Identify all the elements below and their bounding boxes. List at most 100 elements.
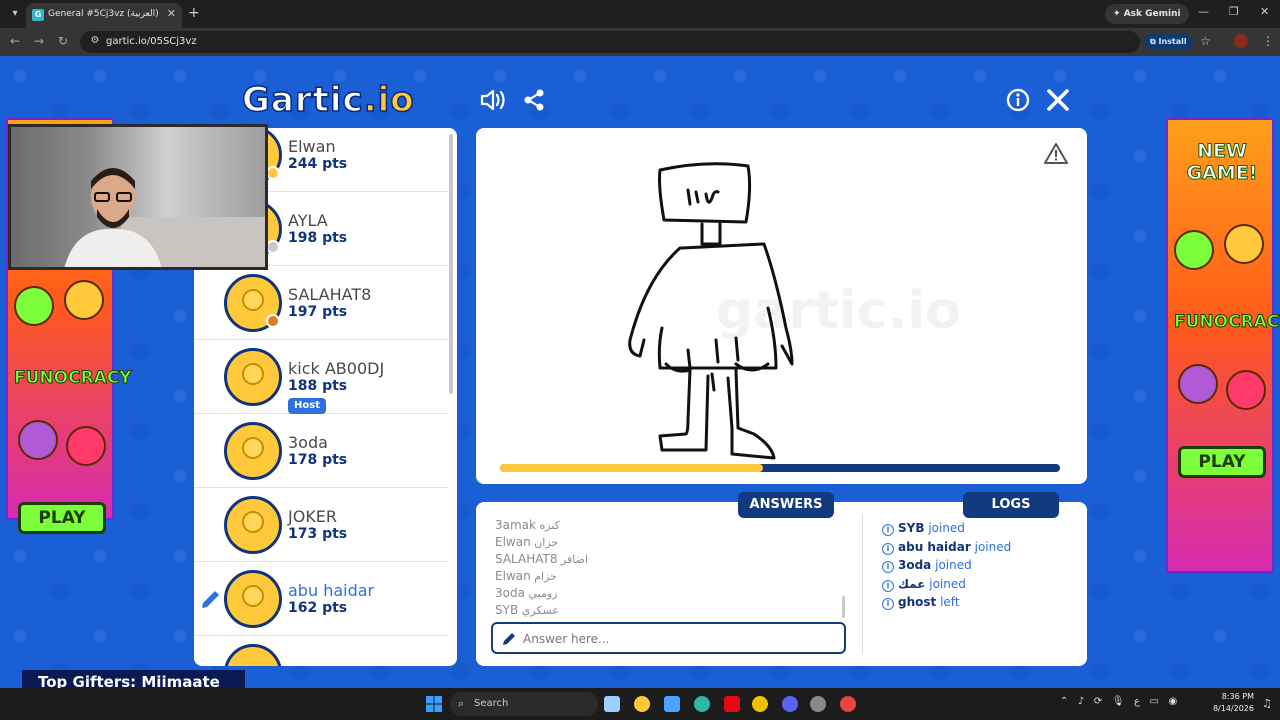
answer-line: SALAHAT8 اضافر <box>495 552 588 566</box>
netflix-icon[interactable] <box>724 696 740 712</box>
info-icon[interactable] <box>1006 88 1030 112</box>
answer-input-box[interactable] <box>491 622 846 654</box>
sound-icon[interactable] <box>480 88 506 112</box>
player-avatar <box>224 348 282 406</box>
back-icon[interactable]: ← <box>10 34 20 48</box>
answer-text: اضافر <box>560 553 589 566</box>
thumbs-up-icon <box>14 286 54 326</box>
answer-player: SALAHAT8 <box>495 552 558 566</box>
forward-icon[interactable]: → <box>34 34 44 48</box>
answer-line: Elwan حزام <box>495 569 557 583</box>
player-name: JOKER <box>288 507 338 526</box>
minimize-icon[interactable]: — <box>1198 5 1209 18</box>
ad-banner-right[interactable]: NEW GAME! FUNOCRACY PLAY <box>1166 118 1280 573</box>
ask-gemini-button[interactable]: ✦ Ask Gemini <box>1105 4 1189 24</box>
install-label: Install <box>1158 37 1187 46</box>
chrome-icon[interactable] <box>752 696 768 712</box>
answer-line: SYB عسكري <box>495 603 559 617</box>
character-icon <box>18 420 58 460</box>
info-icon: i <box>882 524 894 536</box>
notification-icon[interactable]: ♫ <box>1262 697 1272 710</box>
answer-player: SYB <box>495 603 519 617</box>
host-badge: Host <box>288 398 326 414</box>
player-row[interactable]: SALAHAT8 197 pts <box>194 266 449 340</box>
answer-player: 3amak <box>495 518 536 532</box>
log-line: i abu haidar joined <box>882 540 1011 555</box>
status-dot <box>266 240 280 254</box>
drawing-pencil-icon <box>202 591 219 608</box>
log-line: i SYB joined <box>882 521 965 536</box>
system-tray[interactable]: ⌃ ♪ ⟳ 🎙 ع ▭ ◉ <box>1060 696 1177 707</box>
panel-divider <box>862 514 863 654</box>
player-avatar <box>224 570 282 628</box>
pencil-icon <box>503 633 515 645</box>
answer-text: حزان <box>534 536 559 549</box>
player-row[interactable] <box>194 636 449 666</box>
close-game-icon[interactable] <box>1046 88 1070 112</box>
answer-text: عسكري <box>521 604 559 617</box>
answers-scrollbar[interactable] <box>842 596 845 618</box>
player-avatar <box>224 644 282 666</box>
install-button[interactable]: ⧉ Install <box>1144 34 1193 50</box>
player-row[interactable]: 3oda 178 pts <box>194 414 449 488</box>
player-points: 198 pts <box>288 230 348 246</box>
ad-play-button[interactable]: PLAY <box>18 502 106 534</box>
answer-field[interactable] <box>523 630 843 648</box>
clock-time[interactable]: 8:36 PM <box>1214 692 1254 701</box>
app-icon[interactable] <box>810 696 826 712</box>
chrome-active-icon[interactable] <box>840 696 856 712</box>
player-name: AYLA <box>288 211 328 230</box>
store-icon[interactable] <box>664 696 680 712</box>
player-row[interactable]: kick AB00DJ 188 pts Host <box>194 340 449 414</box>
tab-answers[interactable]: ANSWERS <box>738 492 834 518</box>
report-warning-icon[interactable] <box>1044 142 1068 164</box>
star-icon[interactable]: ☆ <box>1200 34 1211 48</box>
player-row[interactable]: abu haidar 162 pts <box>194 562 449 636</box>
info-icon: i <box>882 579 894 592</box>
ad-play-button[interactable]: PLAY <box>1178 446 1266 478</box>
drawing-canvas[interactable]: gartic.io <box>476 128 1087 484</box>
url-text[interactable]: gartic.io/05SCj3vz <box>106 36 197 47</box>
site-info-icon[interactable]: ⚙ <box>88 35 102 49</box>
player-points: 178 pts <box>288 452 348 468</box>
turn-timer-fill <box>500 464 764 472</box>
new-tab-icon[interactable]: + <box>188 5 200 21</box>
player-points: 162 pts <box>288 600 348 616</box>
profile-avatar[interactable] <box>1234 34 1248 48</box>
log-action: joined <box>928 521 965 535</box>
answer-line: 3oda زومبي <box>495 586 557 600</box>
ad-new-game-text: NEW GAME! <box>1186 140 1258 185</box>
window-close-icon[interactable]: ✕ <box>1260 5 1269 18</box>
taskbar-search[interactable]: ⌕ Search <box>450 692 598 716</box>
player-avatar <box>224 422 282 480</box>
player-points: 173 pts <box>288 526 348 542</box>
app-icon[interactable] <box>634 696 650 712</box>
edge-icon[interactable] <box>694 696 710 712</box>
streamer-figure <box>64 168 162 267</box>
maximize-icon[interactable]: ❐ <box>1229 5 1239 18</box>
keyboard-language[interactable]: ع <box>1134 696 1140 707</box>
discord-icon[interactable] <box>782 696 798 712</box>
log-player: SYB <box>898 521 925 535</box>
answer-player: 3oda <box>495 586 525 600</box>
log-action: joined <box>974 539 1012 554</box>
task-view-icon[interactable] <box>604 696 620 712</box>
log-line: i ghost left <box>882 595 960 610</box>
share-icon[interactable] <box>522 88 546 112</box>
tab-list-icon[interactable]: ▾ <box>6 5 24 23</box>
clock-date[interactable]: 8/14/2026 <box>1206 704 1254 713</box>
address-bar[interactable]: ⚙ gartic.io/05SCj3vz <box>80 31 1140 53</box>
player-row[interactable]: JOKER 173 pts <box>194 488 449 562</box>
player-name: kick AB00DJ <box>288 359 385 378</box>
menu-icon[interactable]: ⋮ <box>1262 34 1274 48</box>
tab-close-icon[interactable]: ✕ <box>167 7 176 20</box>
info-icon: i <box>882 598 894 610</box>
reload-icon[interactable]: ↻ <box>58 34 68 48</box>
windows-start-icon[interactable] <box>426 696 442 712</box>
browser-tab[interactable]: G General #5Cj3vz (العربية) - Gartic ✕ <box>26 3 182 28</box>
players-scrollbar[interactable] <box>449 134 453 394</box>
webcam-overlay <box>8 124 268 270</box>
tab-logs[interactable]: LOGS <box>963 492 1059 518</box>
status-dot <box>266 166 280 180</box>
player-points: 244 pts <box>288 156 348 172</box>
